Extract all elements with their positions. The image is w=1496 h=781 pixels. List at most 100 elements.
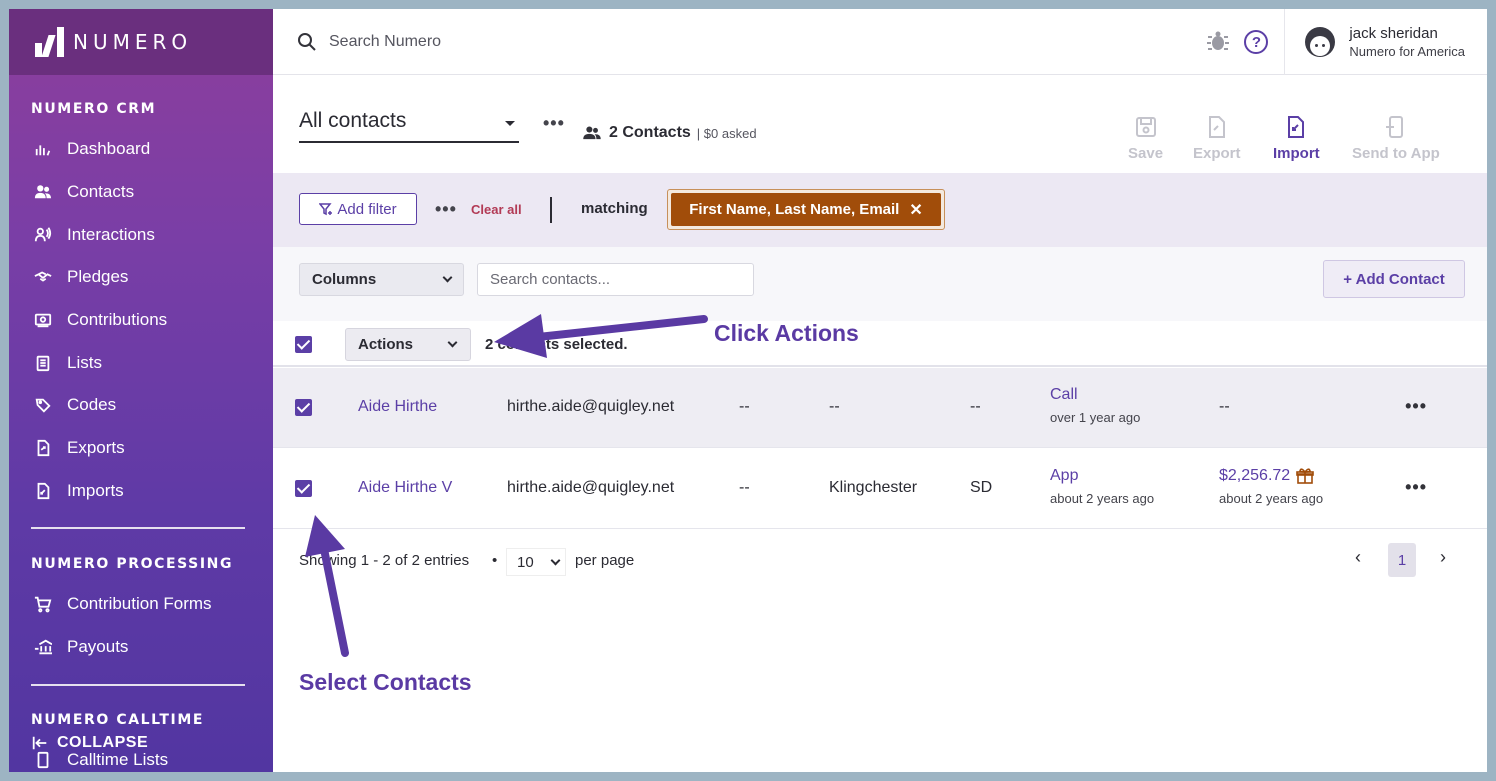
filter-chip[interactable]: First Name, Last Name, Email ✕ xyxy=(667,189,945,230)
numero-logo-icon xyxy=(33,27,67,57)
view-select[interactable]: All contacts xyxy=(299,109,519,143)
sidebar-item-label: Lists xyxy=(67,353,102,372)
row-menu-icon[interactable]: ••• xyxy=(1405,477,1427,498)
table-row[interactable]: Aide Hirthe V hirthe.aide@quigley.net --… xyxy=(273,449,1487,529)
sidebar-item-interactions[interactable]: Interactions xyxy=(31,225,155,245)
contact-name[interactable]: Aide Hirthe V xyxy=(358,479,452,497)
import-button[interactable]: Import xyxy=(1273,115,1320,162)
section-title-processing: NUMERO PROCESSING xyxy=(31,556,234,572)
asked-label: | $0 asked xyxy=(696,125,757,141)
user-name: jack sheridan xyxy=(1349,25,1438,42)
global-search[interactable]: Search Numero xyxy=(297,32,441,52)
page-1-button[interactable]: 1 xyxy=(1388,543,1416,577)
filter-bar: Add filter ••• Clear all matching First … xyxy=(273,173,1487,247)
add-contact-button[interactable]: + Add Contact xyxy=(1323,260,1465,298)
export-button[interactable]: Export xyxy=(1193,115,1241,162)
columns-select[interactable]: Columns xyxy=(299,263,464,296)
handshake-icon xyxy=(31,267,55,287)
sidebar-item-contributions[interactable]: Contributions xyxy=(31,310,167,330)
contact-email: hirthe.aide@quigley.net xyxy=(507,479,675,496)
bank-icon xyxy=(31,637,55,657)
people-icon xyxy=(583,126,601,140)
sidebar-item-contribution-forms[interactable]: Contribution Forms xyxy=(31,594,212,614)
select-all-checkbox[interactable] xyxy=(295,336,312,353)
collapse-label: COLLAPSE xyxy=(57,734,149,751)
section-title-crm: NUMERO CRM xyxy=(31,101,157,117)
sidebar-item-codes[interactable]: Codes xyxy=(31,395,116,415)
contact-field: -- xyxy=(739,479,750,496)
bullet-separator: • xyxy=(492,552,498,569)
actions-button[interactable]: Actions xyxy=(345,328,471,361)
bug-icon[interactable] xyxy=(1206,30,1230,54)
search-contacts-input[interactable]: Search contacts... xyxy=(477,263,754,296)
last-contribution: -- xyxy=(1219,398,1230,415)
logo-text: NUMERO xyxy=(73,30,193,54)
annotation-click-actions: Click Actions xyxy=(714,320,859,346)
send-to-app-label: Send to App xyxy=(1352,145,1440,162)
filter-icon xyxy=(319,203,333,216)
search-icon xyxy=(298,32,316,51)
gift-icon xyxy=(1296,468,1314,484)
interaction-type[interactable]: Call xyxy=(1050,386,1140,404)
logo[interactable]: NUMERO xyxy=(9,9,273,75)
per-page-select[interactable]: 10 xyxy=(506,548,566,576)
next-page-icon[interactable]: › xyxy=(1440,547,1446,568)
chevron-down-icon xyxy=(447,337,458,348)
row-menu-icon[interactable]: ••• xyxy=(1405,396,1427,417)
user-menu[interactable]: jack sheridan Numero for America xyxy=(1284,9,1487,75)
clipboard-icon xyxy=(31,353,55,373)
save-button[interactable]: Save xyxy=(1128,115,1163,162)
list-toolbar: Columns Search contacts... + Add Contact xyxy=(273,247,1487,321)
people-icon xyxy=(31,182,55,202)
row-checkbox[interactable] xyxy=(295,399,312,416)
add-filter-button[interactable]: Add filter xyxy=(299,193,417,225)
send-to-app-button[interactable]: Send to App xyxy=(1352,115,1440,162)
row-checkbox[interactable] xyxy=(295,480,312,497)
close-icon[interactable]: ✕ xyxy=(909,200,922,220)
sidebar-item-calltime-lists[interactable]: Calltime Lists xyxy=(31,750,168,770)
file-import-icon xyxy=(1288,116,1305,138)
sidebar-item-imports[interactable]: Imports xyxy=(31,481,124,501)
file-export-icon xyxy=(1208,116,1225,138)
interaction-type[interactable]: App xyxy=(1050,467,1154,485)
collapse-button[interactable]: COLLAPSE xyxy=(31,733,148,753)
sidebar-item-contacts[interactable]: Contacts xyxy=(31,182,134,202)
sidebar-divider xyxy=(31,684,245,686)
more-options-icon[interactable]: ••• xyxy=(543,113,565,134)
contact-name[interactable]: Aide Hirthe xyxy=(358,398,437,416)
clear-all-link[interactable]: Clear all xyxy=(471,202,522,217)
per-page-value: 10 xyxy=(517,553,534,571)
sidebar-item-payouts[interactable]: Payouts xyxy=(31,637,128,657)
contribution-amount[interactable]: $2,256.72 xyxy=(1219,467,1290,485)
last-interaction: Call over 1 year ago xyxy=(1050,386,1140,425)
phone-list-icon xyxy=(31,750,55,770)
columns-label: Columns xyxy=(312,271,377,288)
sidebar-item-pledges[interactable]: Pledges xyxy=(31,267,128,287)
sidebar-item-lists[interactable]: Lists xyxy=(31,353,102,373)
contact-city: -- xyxy=(829,398,840,415)
file-import-icon xyxy=(31,481,55,501)
prev-page-icon[interactable]: ‹ xyxy=(1355,547,1361,568)
phone-send-icon xyxy=(1385,116,1403,138)
matching-label: matching xyxy=(581,200,648,217)
sidebar-item-exports[interactable]: Exports xyxy=(31,438,125,458)
contact-count-label: 2 Contacts xyxy=(609,124,691,141)
sidebar-item-dashboard[interactable]: Dashboard xyxy=(31,139,150,159)
help-icon[interactable]: ? xyxy=(1244,30,1269,54)
global-search-input[interactable]: Search Numero xyxy=(329,33,441,51)
contact-email: hirthe.aide@quigley.net xyxy=(507,398,675,415)
chevron-down-icon xyxy=(550,555,561,565)
filter-more-icon[interactable]: ••• xyxy=(435,199,457,220)
contact-city: Klingchester xyxy=(829,479,918,496)
save-label: Save xyxy=(1128,145,1164,162)
main-content: All contacts ••• 2 Contacts | $0 asked S… xyxy=(273,75,1487,772)
sidebar-item-label: Imports xyxy=(67,481,124,500)
contact-state: SD xyxy=(970,479,993,496)
cart-icon xyxy=(31,594,55,614)
table-row[interactable]: Aide Hirthe hirthe.aide@quigley.net -- -… xyxy=(273,368,1487,448)
sidebar-item-label: Contacts xyxy=(67,182,135,201)
interaction-when: about 2 years ago xyxy=(1050,491,1155,506)
annotation-select-contacts: Select Contacts xyxy=(299,669,472,695)
avatar xyxy=(1305,27,1336,57)
entries-summary: Showing 1 - 2 of 2 entries xyxy=(299,552,470,569)
